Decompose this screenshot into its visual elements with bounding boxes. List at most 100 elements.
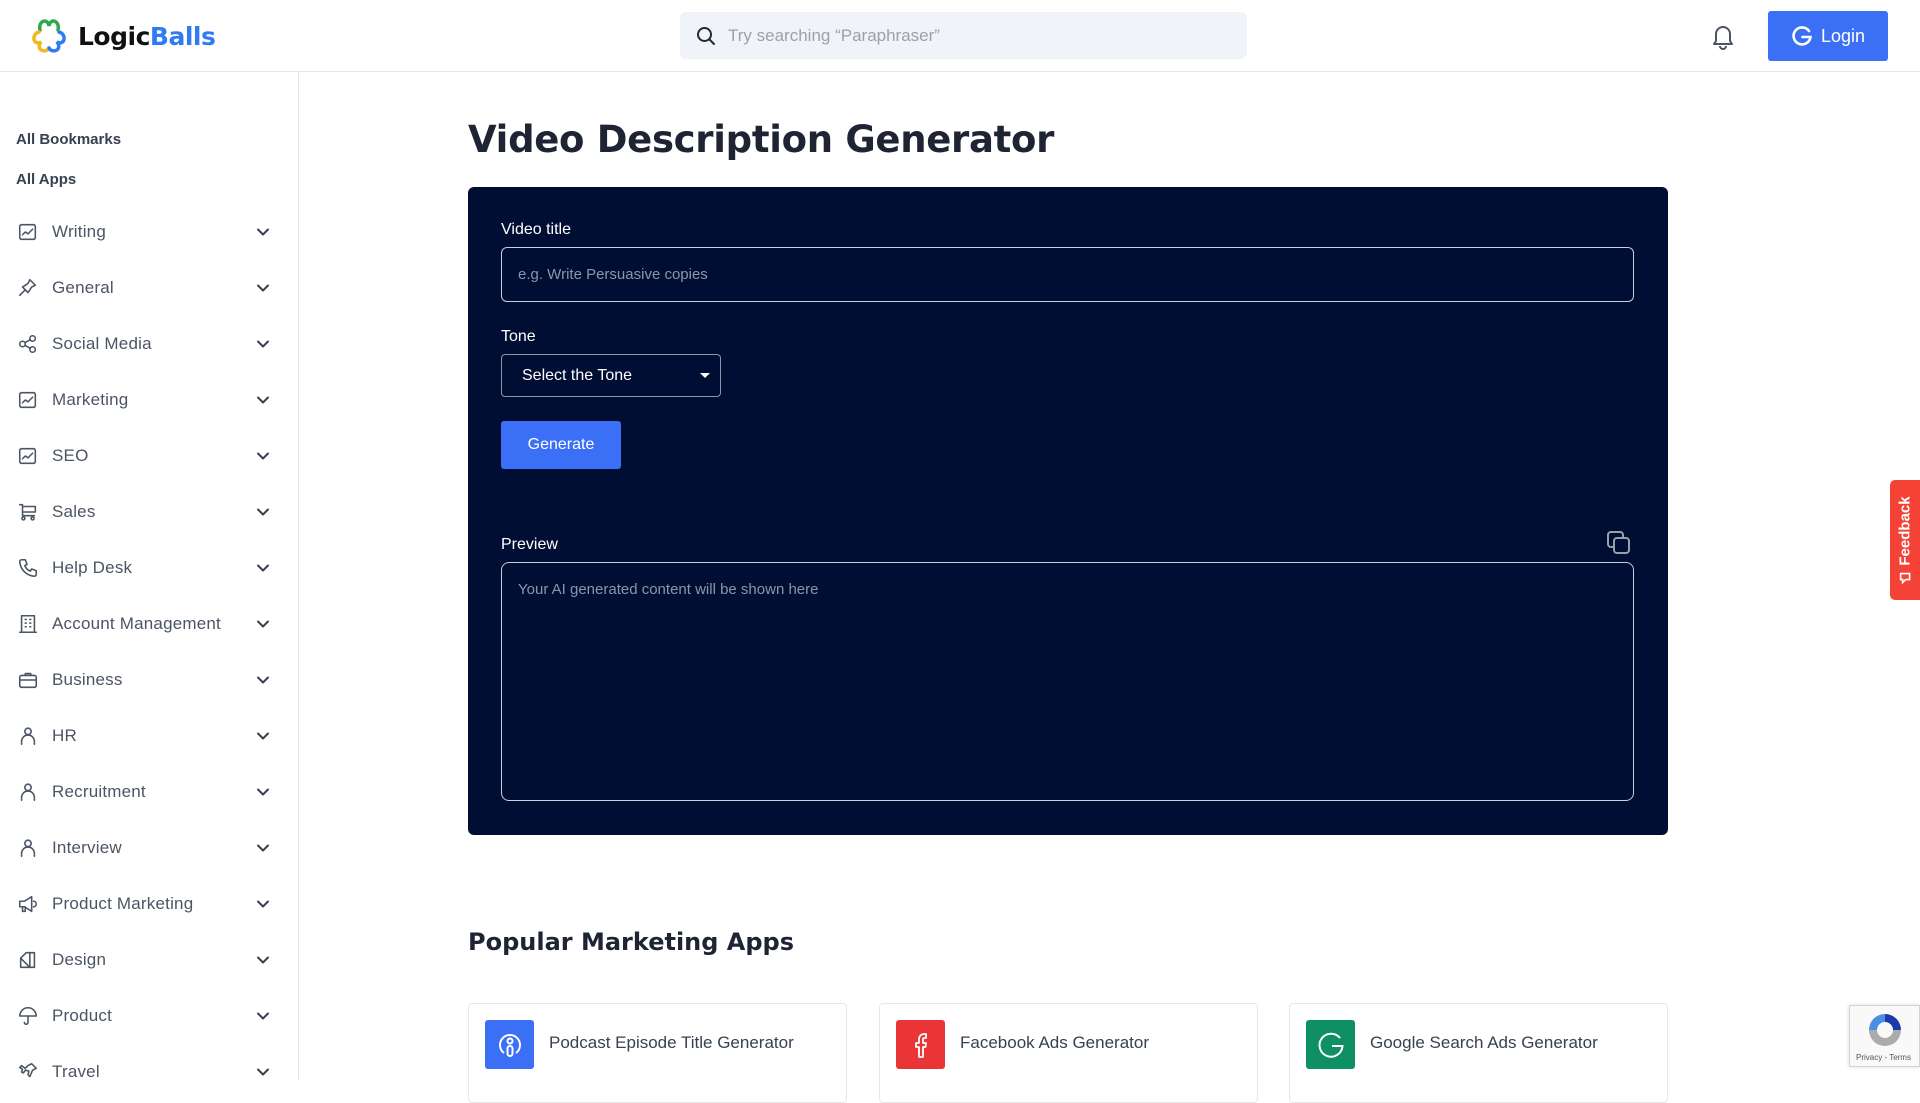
sidebar-item-interview[interactable]: Interview (16, 828, 278, 868)
sidebar-item-travel[interactable]: Travel (16, 1052, 278, 1092)
bell-icon[interactable] (1710, 22, 1736, 50)
sidebar-item-label: Travel (52, 1062, 100, 1081)
app-card-name: Facebook Ads Generator (960, 1033, 1150, 1052)
cart-icon (16, 500, 40, 524)
sidebar-item-business[interactable]: Business (16, 660, 278, 700)
chart-box-icon (16, 220, 40, 244)
app-card-facebook-ads[interactable]: Facebook Ads Generator (879, 1003, 1258, 1103)
sidebar-item-hr[interactable]: HR (16, 716, 278, 756)
logo-text: LogicBalls (78, 21, 216, 51)
chevron-down-icon (257, 340, 269, 348)
chevron-down-icon (257, 788, 269, 796)
sidebar-item-label: Account Management (52, 614, 221, 633)
sidebar-item-label: Social Media (52, 334, 152, 353)
video-title-input[interactable] (501, 247, 1634, 302)
sidebar-item-general[interactable]: General (16, 268, 278, 308)
chevron-down-icon (257, 228, 269, 236)
feedback-icon (1899, 572, 1911, 585)
sidebar-item-label: Design (52, 950, 107, 969)
sidebar-item-marketing[interactable]: Marketing (16, 380, 278, 420)
feedback-tab[interactable]: Feedback (1890, 480, 1920, 600)
google-g-icon (1306, 1020, 1355, 1069)
user-icon (16, 780, 40, 804)
chevron-down-icon (257, 508, 269, 516)
search-icon (697, 26, 715, 45)
chevron-down-icon (257, 844, 269, 852)
logo[interactable]: LogicBalls (30, 16, 216, 56)
sidebar-item-account-management[interactable]: Account Management (16, 604, 278, 644)
caret-down-icon (700, 373, 710, 378)
sidebar-item-recruitment[interactable]: Recruitment (16, 772, 278, 812)
chevron-down-icon (257, 564, 269, 572)
chevron-down-icon (257, 396, 269, 404)
sidebar-item-label: Recruitment (52, 782, 146, 801)
sidebar-item-design[interactable]: Design (16, 940, 278, 980)
chevron-down-icon (257, 900, 269, 908)
tone-select[interactable]: Select the Tone (501, 354, 721, 397)
page-title: Video Description Generator (468, 118, 1055, 161)
sidebar-item-product-marketing[interactable]: Product Marketing (16, 884, 278, 924)
logo-text-balls: Balls (149, 21, 216, 51)
sidebar-item-label: SEO (52, 446, 89, 465)
sidebar-item-label: General (52, 278, 114, 297)
tone-label: Tone (501, 328, 536, 345)
sidebar-item-label: Product (52, 1006, 112, 1025)
login-label: Login (1820, 25, 1866, 46)
popular-apps-title: Popular Marketing Apps (468, 928, 795, 956)
phone-icon (16, 556, 40, 580)
chevron-down-icon (257, 1012, 269, 1020)
chevron-down-icon (257, 732, 269, 740)
sidebar-item-seo[interactable]: SEO (16, 436, 278, 476)
app-card-google-search-ads[interactable]: Google Search Ads Generator (1289, 1003, 1668, 1103)
google-g-icon (1792, 26, 1812, 46)
chevron-down-icon (257, 284, 269, 292)
sidebar-item-sales[interactable]: Sales (16, 492, 278, 532)
sidebar-all-bookmarks[interactable]: All Bookmarks (16, 131, 121, 148)
podcast-icon (485, 1020, 534, 1069)
sidebar-all-apps[interactable]: All Apps (16, 171, 76, 188)
umbrella-icon (16, 1004, 40, 1028)
preview-output[interactable] (501, 562, 1634, 801)
share-icon (16, 332, 40, 356)
facebook-icon (896, 1020, 945, 1069)
sidebar-item-help-desk[interactable]: Help Desk (16, 548, 278, 588)
recaptcha-badge[interactable]: Privacy - Terms (1849, 1005, 1920, 1067)
building-icon (16, 612, 40, 636)
chevron-down-icon (257, 620, 269, 628)
chart-box-icon (16, 444, 40, 468)
sidebar-item-label: HR (52, 726, 77, 745)
plane-icon (16, 1060, 40, 1084)
generator-form-card: Video title Tone Select the Tone Generat… (468, 187, 1668, 835)
sidebar-item-label: Business (52, 670, 123, 689)
pin-icon (16, 276, 40, 300)
sidebar-item-label: Writing (52, 222, 106, 241)
login-button[interactable]: Login (1768, 11, 1888, 61)
copy-icon[interactable] (1606, 530, 1632, 556)
chevron-down-icon (257, 1068, 269, 1076)
app-card-name: Podcast Episode Title Generator (549, 1033, 794, 1052)
sidebar-item-label: Marketing (52, 390, 129, 409)
recaptcha-links[interactable]: Privacy - Terms (1856, 1053, 1911, 1062)
logicballs-logo-icon (32, 19, 66, 53)
generate-button[interactable]: Generate (501, 421, 621, 469)
logo-text-logic: Logic (78, 21, 150, 51)
top-header: LogicBalls Login (0, 0, 1920, 72)
sidebar-item-social-media[interactable]: Social Media (16, 324, 278, 364)
sidebar-item-label: Help Desk (52, 558, 133, 577)
briefcase-icon (16, 668, 40, 692)
user-icon (16, 724, 40, 748)
sidebar-item-writing[interactable]: Writing (16, 212, 278, 252)
user-icon (16, 836, 40, 860)
tone-selected-value: Select the Tone (522, 366, 633, 384)
search-bar[interactable] (680, 12, 1247, 59)
feedback-label: Feedback (1896, 495, 1914, 566)
sidebar-item-label: Interview (52, 838, 122, 857)
search-input[interactable] (728, 25, 1208, 46)
sidebar-item-label: Product Marketing (52, 894, 194, 913)
app-card-podcast[interactable]: Podcast Episode Title Generator (468, 1003, 847, 1103)
sidebar-item-product[interactable]: Product (16, 996, 278, 1036)
chevron-down-icon (257, 956, 269, 964)
chart-box-icon (16, 388, 40, 412)
video-title-label: Video title (501, 221, 571, 238)
megaphone-icon (16, 892, 40, 916)
